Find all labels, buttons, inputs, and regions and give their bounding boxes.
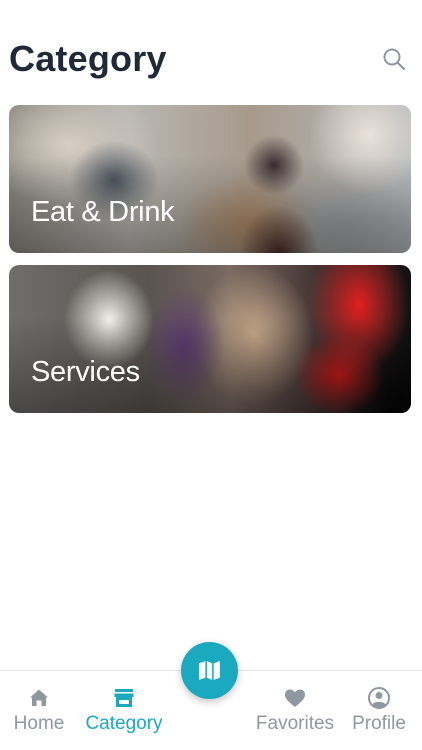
tab-label: Favorites bbox=[255, 713, 335, 734]
category-card-eat-drink[interactable]: Eat & Drink bbox=[9, 105, 411, 253]
category-label: Services bbox=[31, 356, 140, 388]
map-fab-button[interactable] bbox=[181, 642, 238, 699]
user-circle-icon bbox=[368, 687, 390, 709]
tab-category[interactable]: Category bbox=[78, 671, 170, 750]
search-button[interactable] bbox=[381, 46, 407, 72]
map-icon bbox=[199, 661, 220, 680]
app-header: Category bbox=[9, 38, 413, 82]
home-icon bbox=[30, 689, 48, 706]
category-label: Eat & Drink bbox=[31, 196, 175, 228]
store-icon bbox=[114, 689, 134, 707]
tab-home[interactable]: Home bbox=[5, 671, 73, 750]
page-title: Category bbox=[9, 38, 167, 79]
tab-label: Profile bbox=[352, 713, 406, 734]
tab-favorites[interactable]: Favorites bbox=[250, 671, 340, 750]
heart-icon bbox=[285, 689, 305, 707]
tab-profile[interactable]: Profile bbox=[344, 671, 414, 750]
search-icon bbox=[383, 48, 406, 71]
category-card-services[interactable]: Services bbox=[9, 265, 411, 413]
tab-label: Category bbox=[85, 713, 163, 734]
tab-label: Home bbox=[13, 713, 65, 734]
